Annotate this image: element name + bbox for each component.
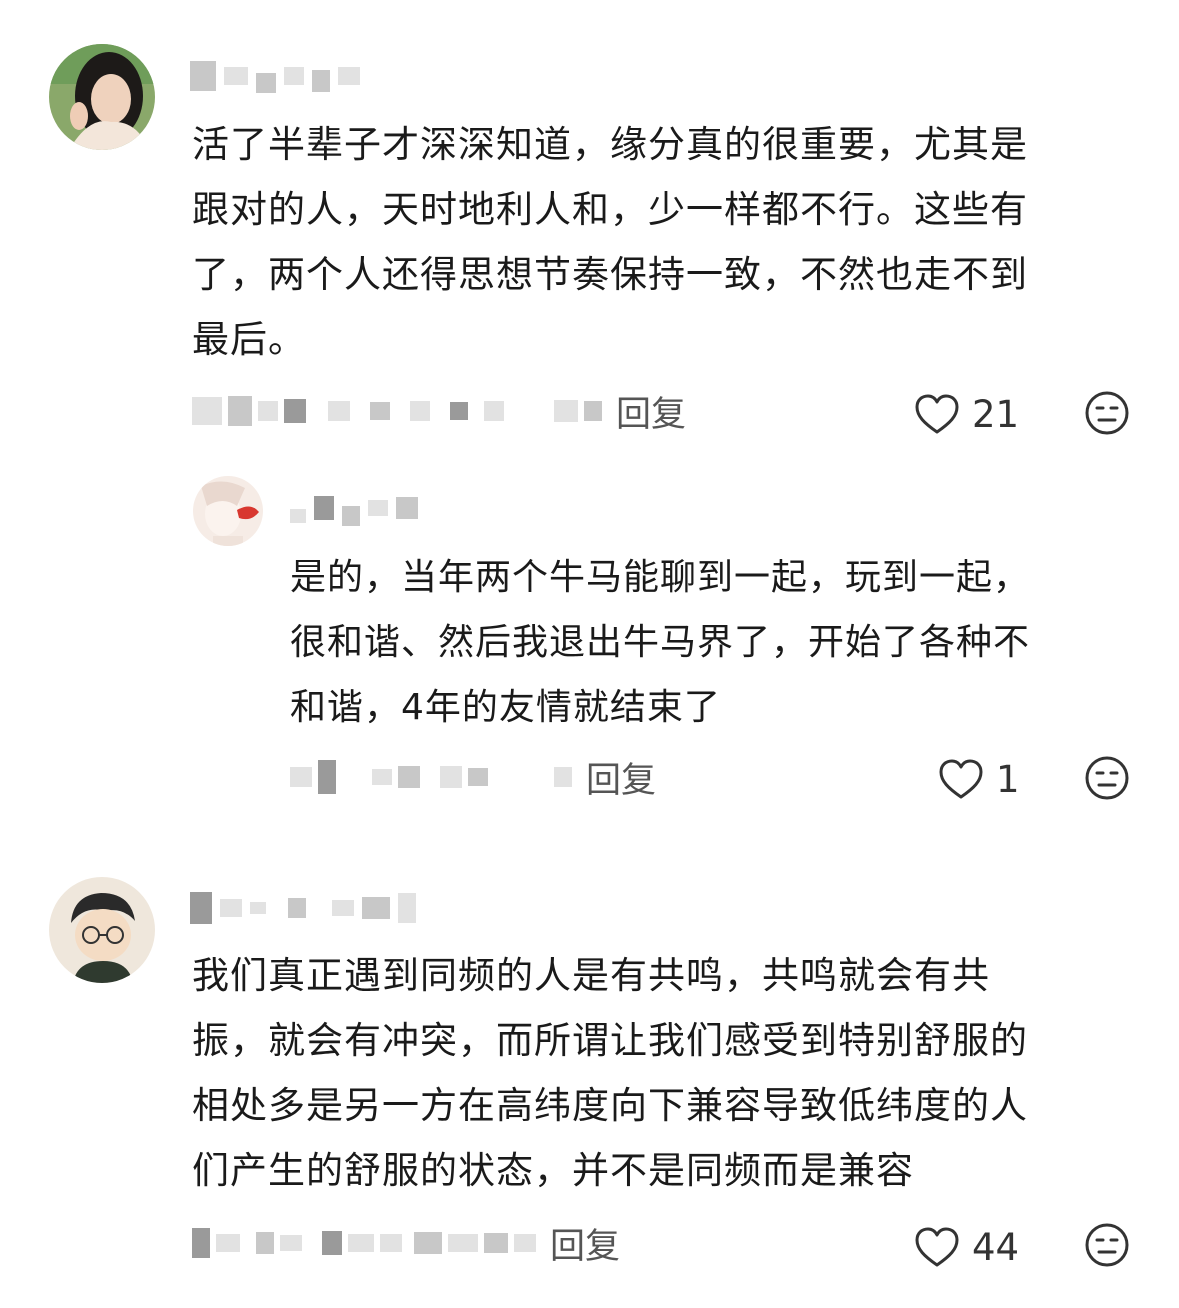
username-blurred[interactable]: [290, 490, 418, 526]
avatar[interactable]: [49, 44, 155, 150]
like-button[interactable]: 21: [914, 389, 1019, 439]
heart-outline-icon: [939, 759, 983, 799]
reply-button[interactable]: 回复: [586, 752, 656, 803]
like-count: 1: [996, 757, 1020, 801]
comment-text: 活了半辈子才深深知道，缘分真的很重要，尤其是 跟对的人，天时地利人和，少一样都不…: [192, 123, 1028, 361]
reply-text: 是的，当年两个牛马能聊到一起，玩到一起， 很和谐、然后我退出牛马界了，开始了各种…: [290, 557, 1031, 728]
location-blurred: [192, 1228, 536, 1258]
meh-face-icon: [1085, 391, 1129, 435]
avatar[interactable]: [49, 877, 155, 983]
reply-meta: 回复: [290, 752, 656, 802]
user-avatar-icon: [193, 476, 263, 546]
comment-meta: 回复: [192, 1218, 620, 1268]
username-blurred[interactable]: [190, 58, 360, 94]
comment-text: 我们真正遇到同频的人是有共鸣，共鸣就会有共 振，就会有冲突，而所谓让我们感受到特…: [192, 954, 1028, 1192]
dislike-button[interactable]: [1084, 1222, 1130, 1268]
heart-outline-icon: [915, 394, 959, 434]
like-button[interactable]: 1: [938, 754, 1020, 804]
timestamp-blurred: [192, 396, 602, 426]
dislike-button[interactable]: [1084, 755, 1130, 801]
meh-face-icon: [1085, 1223, 1129, 1267]
like-button[interactable]: 44: [914, 1222, 1019, 1272]
timestamp-blurred: [290, 760, 572, 794]
user-avatar-icon: [49, 44, 155, 150]
like-count: 21: [972, 392, 1020, 436]
heart-outline-icon: [915, 1227, 959, 1267]
like-count: 44: [972, 1225, 1020, 1269]
reply-button[interactable]: 回复: [616, 386, 686, 437]
user-avatar-icon: [49, 877, 155, 983]
dislike-button[interactable]: [1084, 390, 1130, 436]
meh-face-icon: [1085, 756, 1129, 800]
avatar[interactable]: [193, 476, 263, 546]
username-blurred[interactable]: [190, 890, 416, 926]
reply-button[interactable]: 回复: [550, 1218, 620, 1269]
comment-meta: 回复: [192, 386, 686, 436]
